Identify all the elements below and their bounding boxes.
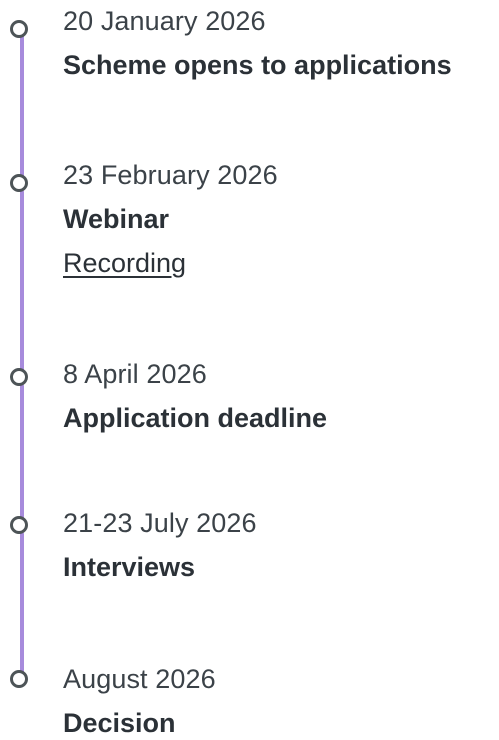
- event-date: 8 April 2026: [63, 359, 207, 389]
- event-title: Application deadline: [63, 403, 328, 433]
- event-date: 23 February 2026: [63, 160, 278, 190]
- timeline-rail-3: [20, 384, 24, 520]
- event-title: Webinar: [63, 204, 170, 234]
- timeline-node-icon: [10, 670, 28, 688]
- timeline: 20 January 2026 Scheme opens to applicat…: [0, 0, 499, 738]
- timeline-rail-4: [20, 532, 24, 674]
- timeline-node-icon: [10, 516, 28, 534]
- timeline-rail-1: [20, 34, 24, 179]
- event-title: Scheme opens to applications: [63, 50, 452, 80]
- timeline-event: 21-23 July 2026 Interviews: [63, 506, 493, 584]
- event-date: 20 January 2026: [63, 6, 266, 36]
- event-title: Interviews: [63, 552, 196, 582]
- timeline-event: 23 February 2026 Webinar Recording: [63, 158, 493, 280]
- timeline-event: 20 January 2026 Scheme opens to applicat…: [63, 4, 493, 82]
- timeline-rail-2: [20, 190, 24, 372]
- event-date: August 2026: [63, 664, 216, 694]
- timeline-node-icon: [10, 368, 28, 386]
- recording-link[interactable]: Recording: [63, 246, 186, 280]
- event-date: 21-23 July 2026: [63, 508, 257, 538]
- timeline-event: August 2026 Decision: [63, 662, 493, 740]
- timeline-node-icon: [10, 20, 28, 38]
- event-title: Decision: [63, 708, 176, 738]
- timeline-node-icon: [10, 174, 28, 192]
- timeline-event: 8 April 2026 Application deadline: [63, 357, 493, 435]
